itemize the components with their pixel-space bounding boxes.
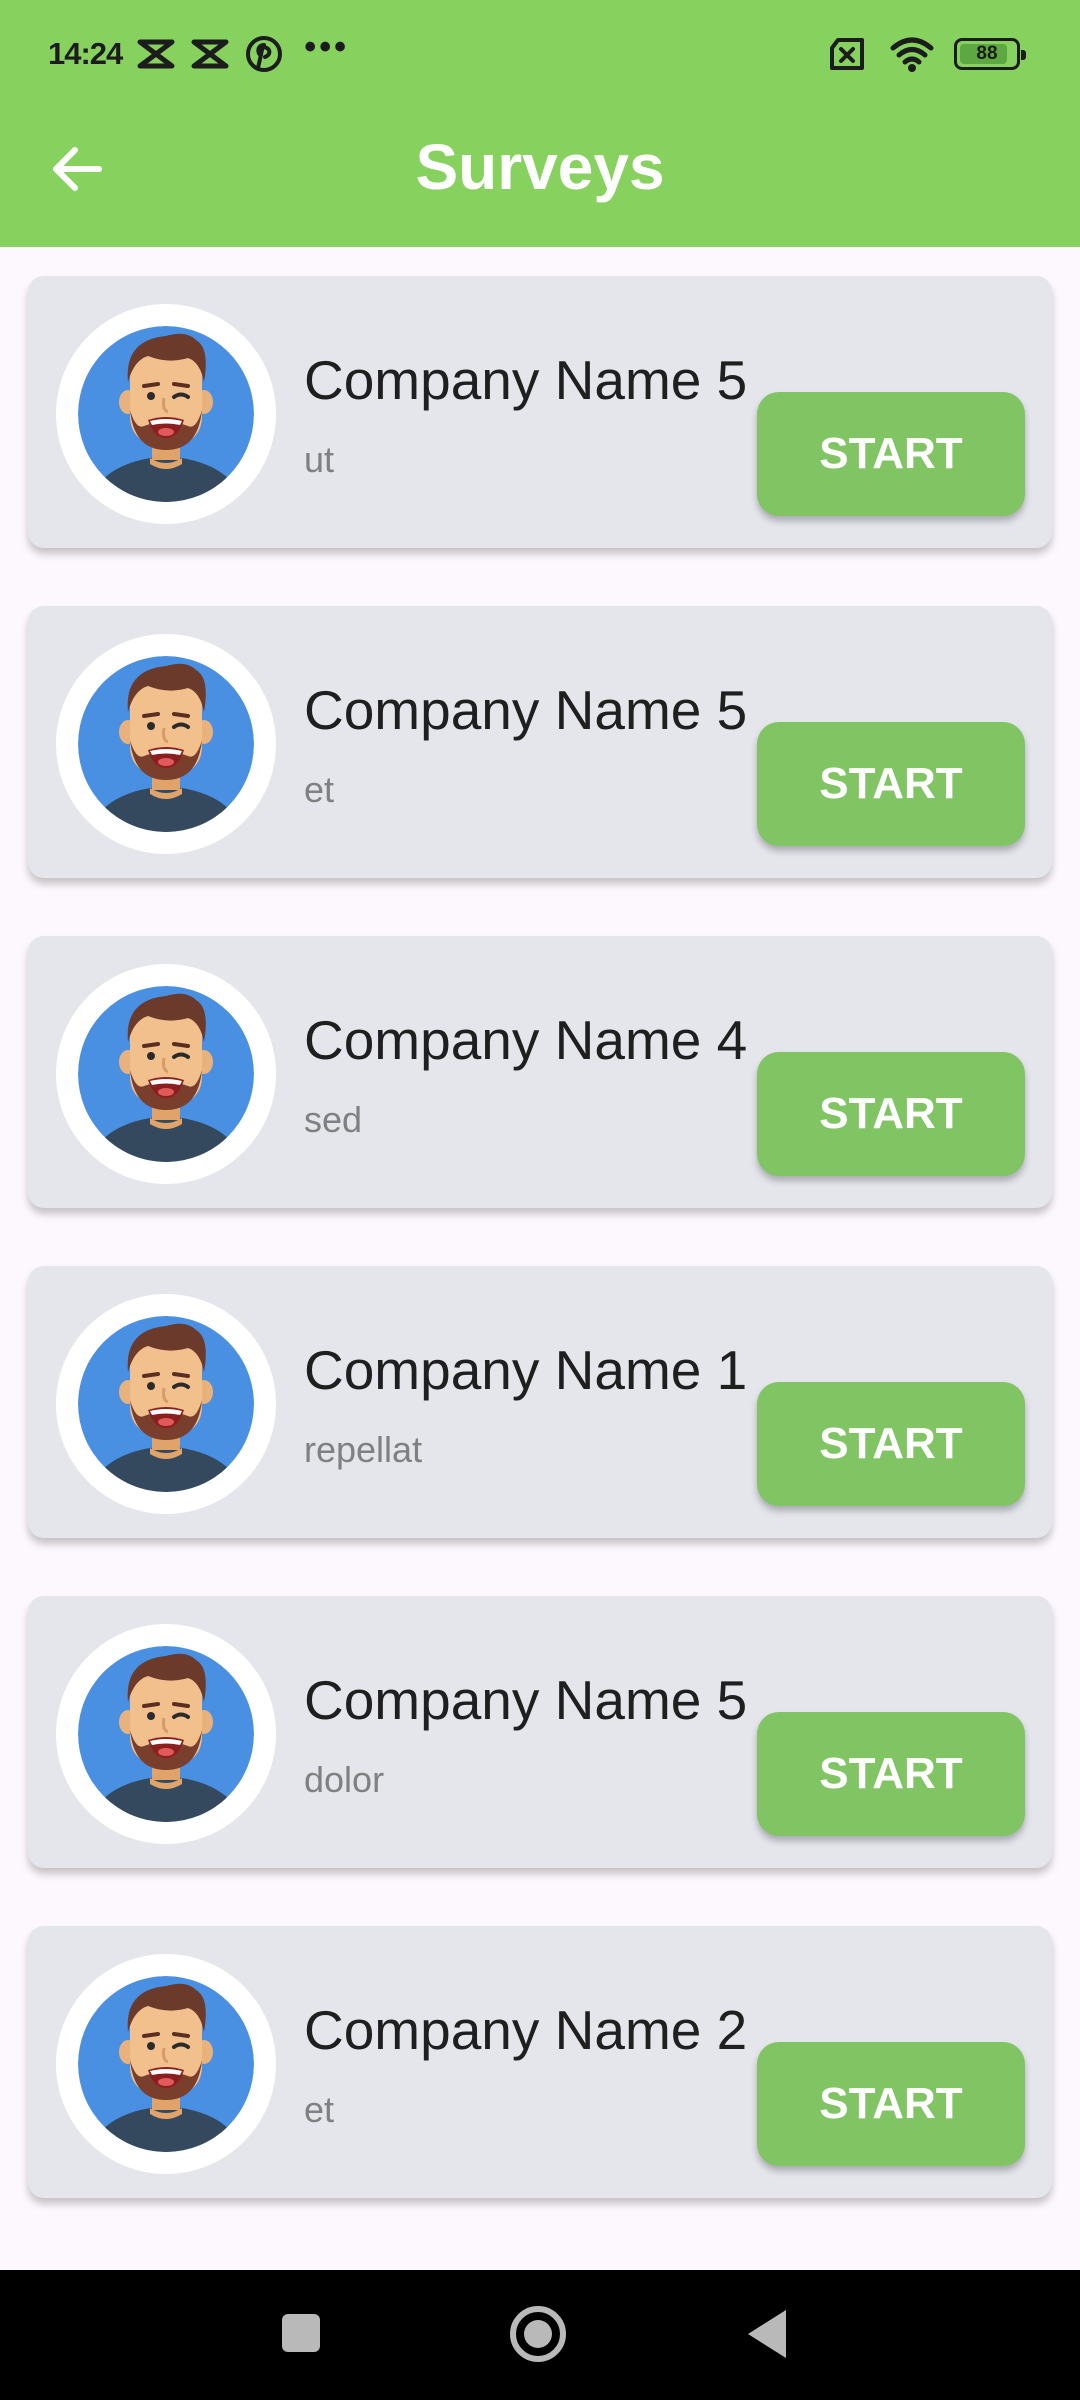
survey-card: Company Name 1 repellat START: [28, 1266, 1052, 1538]
more-dots-icon: •••: [304, 27, 350, 66]
avatar-man-icon: [78, 1976, 254, 2152]
avatar-man-icon: [78, 1646, 254, 1822]
start-button[interactable]: START: [757, 1712, 1025, 1836]
company-name: Company Name 5: [304, 1669, 748, 1731]
sim-off-icon: [830, 38, 864, 70]
avatar-man-icon: [78, 1316, 254, 1492]
app-bar: 14:24 ••• 88 Surveys: [0, 0, 1080, 247]
battery-level: 88: [976, 43, 998, 64]
back-triangle-icon[interactable]: [748, 2310, 786, 2358]
company-name: Company Name 5: [304, 349, 748, 411]
battery-icon: 88: [954, 38, 1026, 70]
survey-subtitle: dolor: [304, 1759, 385, 1800]
survey-list: Company Name 5 ut START Company Name 5 e…: [28, 276, 1052, 2256]
survey-card: Company Name 5 ut START: [28, 276, 1052, 548]
avatar: [56, 634, 276, 854]
survey-card: Company Name 2 et START: [28, 1926, 1052, 2198]
start-button[interactable]: START: [757, 722, 1025, 846]
avatar: [56, 964, 276, 1184]
status-bar: 14:24 ••• 88: [0, 0, 1080, 110]
home-icon[interactable]: [510, 2306, 566, 2362]
survey-subtitle: sed: [304, 1099, 363, 1140]
page-title: Surveys: [415, 131, 665, 203]
company-name: Company Name 4: [304, 1009, 748, 1071]
survey-card: Company Name 5 dolor START: [28, 1596, 1052, 1868]
survey-subtitle: et: [304, 769, 335, 810]
survey-subtitle: et: [304, 2089, 335, 2130]
survey-subtitle: ut: [304, 439, 335, 480]
wifi-icon: [890, 37, 934, 72]
avatar: [56, 1624, 276, 1844]
avatar: [56, 1294, 276, 1514]
survey-subtitle: repellat: [304, 1429, 423, 1470]
company-name: Company Name 1: [304, 1339, 748, 1401]
avatar-man-icon: [78, 656, 254, 832]
avatar: [56, 1954, 276, 2174]
status-time: 14:24: [48, 36, 123, 71]
survey-card: Company Name 5 et START: [28, 606, 1052, 878]
pinterest-icon: [246, 36, 283, 72]
company-name: Company Name 5: [304, 679, 748, 741]
avatar-man-icon: [78, 986, 254, 1162]
company-name: Company Name 2: [304, 1999, 748, 2061]
start-button[interactable]: START: [757, 392, 1025, 516]
recent-apps-icon[interactable]: [282, 2314, 320, 2352]
avatar-man-icon: [78, 326, 254, 502]
avatar: [56, 304, 276, 524]
start-button[interactable]: START: [757, 2042, 1025, 2166]
system-nav-bar: [0, 2270, 1080, 2400]
start-button[interactable]: START: [757, 1382, 1025, 1506]
start-button[interactable]: START: [757, 1052, 1025, 1176]
capcut-icon: [137, 39, 175, 69]
capcut-icon: [191, 39, 229, 69]
survey-card: Company Name 4 sed START: [28, 936, 1052, 1208]
